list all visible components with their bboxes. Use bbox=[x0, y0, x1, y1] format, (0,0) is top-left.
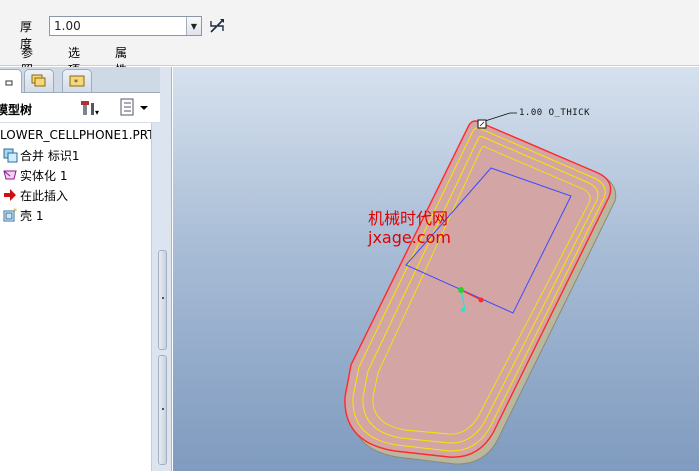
tree-item-shell[interactable]: * 壳 1 bbox=[2, 206, 43, 224]
watermark: 机械时代网 jxage.com bbox=[368, 209, 451, 247]
thickness-input[interactable]: 1.00 bbox=[50, 17, 186, 35]
model-tree-icon bbox=[5, 80, 13, 85]
watermark-line-1: 机械时代网 bbox=[368, 209, 449, 228]
folder-browser-tab[interactable] bbox=[24, 69, 54, 92]
favorites-tab[interactable]: * bbox=[62, 69, 92, 92]
favorites-folder-icon: * bbox=[69, 75, 85, 87]
tree-item-label: 实体化 1 bbox=[20, 168, 68, 183]
tree-item-label: 壳 1 bbox=[20, 208, 44, 223]
tree-item-merge[interactable]: 合并 标识1 bbox=[2, 146, 79, 164]
csys-origin-icon bbox=[458, 287, 464, 293]
navigator-header: 模型树 ▾ bbox=[0, 93, 160, 123]
model-tree-title: 模型树 bbox=[0, 103, 33, 117]
csys-y-tip bbox=[461, 308, 465, 312]
shell-feature-icon: * bbox=[2, 207, 18, 223]
svg-text:▾: ▾ bbox=[95, 108, 99, 117]
insert-here-arrow-icon bbox=[2, 187, 18, 203]
tree-item-label: LOWER_CELLPHONE1.PRT bbox=[0, 128, 152, 142]
folders-icon bbox=[31, 74, 46, 87]
thickness-annotation: 1.00 O_THICK bbox=[519, 108, 591, 118]
model-tree: LOWER_CELLPHONE1.PRT 合并 标识1 实体化 1 在此插入 *… bbox=[0, 123, 152, 471]
panel-sash-upper[interactable] bbox=[158, 250, 167, 350]
tree-item-label: 合并 标识1 bbox=[20, 148, 80, 163]
watermark-line-2: jxage.com bbox=[368, 228, 451, 247]
thickness-combobox[interactable]: 1.00 ▼ bbox=[49, 16, 202, 36]
tree-item-part[interactable]: LOWER_CELLPHONE1.PRT bbox=[0, 126, 152, 144]
annotation-leader bbox=[484, 112, 511, 122]
tree-item-solidify[interactable]: 实体化 1 bbox=[2, 166, 67, 184]
chevron-down-icon[interactable]: ▼ bbox=[186, 17, 201, 35]
panel-sash-lower[interactable] bbox=[158, 355, 167, 465]
csys-x-tip bbox=[478, 297, 484, 303]
settings-tools-icon[interactable]: ▾ bbox=[80, 99, 100, 117]
tree-item-label: 在此插入 bbox=[20, 188, 69, 203]
navigator-tabs: * bbox=[0, 67, 160, 93]
part-model-view[interactable] bbox=[173, 67, 699, 471]
svg-text:*: * bbox=[74, 78, 78, 87]
show-options-icon[interactable] bbox=[118, 97, 152, 117]
feature-dashboard: 厚度 1.00 ▼ 参照 选项 属性 bbox=[0, 0, 699, 77]
navigator-panel: * 模型树 ▾ LOWER_CELLPHONE1.PRT 合并 标识1 实体化 … bbox=[0, 67, 172, 471]
model-tree-tab[interactable] bbox=[0, 69, 22, 93]
tree-item-insert-here[interactable]: 在此插入 bbox=[2, 186, 68, 204]
merge-feature-icon bbox=[2, 147, 18, 163]
svg-text:*: * bbox=[13, 207, 17, 216]
flip-direction-icon[interactable] bbox=[208, 17, 226, 35]
graphics-window[interactable]: 1.00 O_THICK 机械时代网 jxage.com bbox=[173, 67, 699, 471]
solidify-feature-icon bbox=[2, 167, 18, 183]
